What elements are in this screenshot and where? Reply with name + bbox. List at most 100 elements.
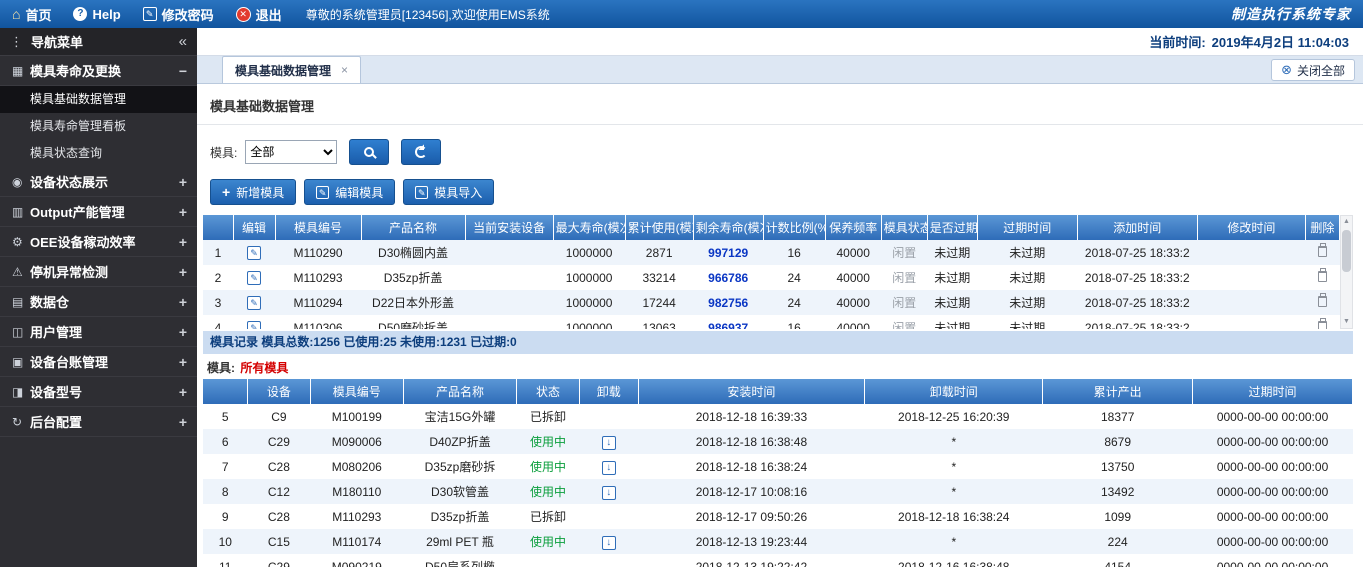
- unload-cell: ↓: [579, 504, 638, 529]
- help-menu-item[interactable]: ? Help: [73, 7, 120, 22]
- product-name: D50扁系列椭: [403, 554, 516, 567]
- device-id: C12: [248, 479, 311, 504]
- sidebar-subitem[interactable]: 模具状态查询: [0, 140, 197, 167]
- sidebar-collapse-icon[interactable]: «: [179, 33, 187, 50]
- sidebar-subitem[interactable]: 模具寿命管理看板: [0, 113, 197, 140]
- edit-cell: ✎: [233, 240, 275, 265]
- mold-table-row[interactable]: 3 ✎ M110294 D22日本外形盖 1000000 17244 98275…: [203, 290, 1340, 315]
- row-delete-icon[interactable]: [1318, 321, 1327, 330]
- row-delete-icon[interactable]: [1318, 271, 1327, 282]
- mold-table-header-row: 编辑模具编号产品名称当前安装设备最大寿命(模次)累计使用(模次)剩余寿命(模次)…: [203, 215, 1340, 240]
- column-header: [203, 215, 233, 240]
- column-header: 修改时间: [1197, 215, 1305, 240]
- install-table: 设备模具编号产品名称状态卸载安装时间卸载时间累计产出过期时间 5 C9 M100…: [203, 379, 1353, 567]
- install-table-row[interactable]: 10 C15 M110174 29ml PET 瓶 使用中 ↓ 2018-12-…: [203, 529, 1353, 554]
- maintain-freq: 40000: [825, 315, 881, 329]
- unload-icon[interactable]: ↓: [602, 536, 616, 550]
- sidebar-subitem[interactable]: 模具基础数据管理: [0, 86, 197, 113]
- sidebar-group[interactable]: ◨ 设备型号 +: [0, 377, 197, 407]
- sidebar-group[interactable]: ⚠ 停机异常检测 +: [0, 257, 197, 287]
- total-output: 224: [1043, 529, 1193, 554]
- time-label: 当前时间:: [1149, 32, 1205, 51]
- unload-cell: ↓: [579, 529, 638, 554]
- scroll-down-icon[interactable]: ▼: [1341, 316, 1352, 328]
- home-icon: ⌂: [12, 6, 20, 22]
- sidebar-group[interactable]: ◫ 用户管理 +: [0, 317, 197, 347]
- refresh-button[interactable]: [401, 139, 441, 165]
- unload-icon[interactable]: ↓: [602, 486, 616, 500]
- import-mold-button[interactable]: ✎ 模具导入: [403, 179, 494, 205]
- home-menu-item[interactable]: ⌂ 首页: [12, 5, 51, 24]
- column-header: 计数比例(%): [763, 215, 825, 240]
- group-label: 停机异常检测: [30, 262, 179, 281]
- install-table-row[interactable]: 8 C12 M180110 D30软管盖 使用中 ↓ 2018-12-17 10…: [203, 479, 1353, 504]
- expand-plus-icon[interactable]: +: [179, 264, 187, 280]
- sidebar-group[interactable]: ↻ 后台配置 +: [0, 407, 197, 437]
- edit-mold-button[interactable]: ✎ 编辑模具: [304, 179, 395, 205]
- unload-icon[interactable]: ↓: [602, 436, 616, 450]
- sidebar-group-mold-life[interactable]: ▦ 模具寿命及更换 −: [0, 56, 197, 86]
- install-table-body: 5 C9 M100199 宝洁15G外罐 已拆卸 ↓ 2018-12-18 16…: [203, 404, 1353, 567]
- column-header: 删除: [1305, 215, 1339, 240]
- tab-close-icon[interactable]: ×: [341, 63, 348, 77]
- mold-filter-select[interactable]: 全部: [245, 140, 337, 164]
- mold-table-row[interactable]: 2 ✎ M110293 D35zp折盖 1000000 33214 966786…: [203, 265, 1340, 290]
- row-delete-icon[interactable]: [1318, 296, 1327, 307]
- sidebar-group[interactable]: ▥ Output产能管理 +: [0, 197, 197, 227]
- add-mold-button[interactable]: + 新增模具: [210, 179, 296, 205]
- install-time: 2018-12-13 19:23:44: [638, 529, 865, 554]
- row-edit-icon[interactable]: ✎: [247, 246, 261, 260]
- logout-menu-item[interactable]: ✕ 退出: [236, 5, 282, 24]
- total-output: 4154: [1043, 554, 1193, 567]
- expand-plus-icon[interactable]: +: [179, 384, 187, 400]
- install-time: 2018-12-18 16:38:48: [638, 429, 865, 454]
- install-table-row[interactable]: 7 C28 M080206 D35zp磨砂拆 使用中 ↓ 2018-12-18 …: [203, 454, 1353, 479]
- mold-code: M080206: [310, 454, 403, 479]
- refresh-icon: [415, 146, 427, 158]
- expand-plus-icon[interactable]: +: [179, 234, 187, 250]
- expand-plus-icon[interactable]: +: [179, 204, 187, 220]
- search-button[interactable]: [349, 139, 389, 165]
- help-label: Help: [92, 7, 120, 22]
- collapse-minus-icon[interactable]: −: [179, 63, 187, 79]
- close-all-button[interactable]: ⊗ 关闭全部: [1271, 59, 1355, 81]
- sidebar-group[interactable]: ▤ 数据仓 +: [0, 287, 197, 317]
- product-name: D30软管盖: [403, 479, 516, 504]
- edit-cell: ✎: [233, 315, 275, 329]
- mold-table-scrollbar[interactable]: ▲ ▼: [1340, 215, 1353, 329]
- row-edit-icon[interactable]: ✎: [247, 321, 261, 329]
- mold-code: M110293: [275, 265, 361, 290]
- scroll-up-icon[interactable]: ▲: [1341, 216, 1352, 228]
- row-number: 4: [203, 315, 233, 329]
- row-number: 2: [203, 265, 233, 290]
- install-table-row[interactable]: 5 C9 M100199 宝洁15G外罐 已拆卸 ↓ 2018-12-18 16…: [203, 404, 1353, 429]
- sidebar-group[interactable]: ▣ 设备台账管理 +: [0, 347, 197, 377]
- expand-plus-icon[interactable]: +: [179, 174, 187, 190]
- change-password-menu-item[interactable]: ✎ 修改密码: [143, 5, 214, 24]
- unload-icon[interactable]: ↓: [602, 461, 616, 475]
- mold-table-row[interactable]: 1 ✎ M110290 D30椭圆内盖 1000000 2871 997129 …: [203, 240, 1340, 265]
- install-table-row[interactable]: 9 C28 M110293 D35zp折盖 已拆卸 ↓ 2018-12-17 0…: [203, 504, 1353, 529]
- expired-flag: 未过期: [927, 265, 977, 290]
- install-table-row[interactable]: 6 C29 M090006 D40ZP折盖 使用中 ↓ 2018-12-18 1…: [203, 429, 1353, 454]
- sidebar-group[interactable]: ⚙ OEE设备稼动效率 +: [0, 227, 197, 257]
- remaining-life: 966786: [693, 265, 763, 290]
- install-status: 使用中: [517, 529, 580, 554]
- row-edit-icon[interactable]: ✎: [247, 271, 261, 285]
- change-password-label: 修改密码: [162, 5, 214, 24]
- row-number: 8: [203, 479, 248, 504]
- expand-plus-icon[interactable]: +: [179, 414, 187, 430]
- tab-mold-data[interactable]: 模具基础数据管理 ×: [222, 56, 361, 83]
- install-table-container: 设备模具编号产品名称状态卸载安装时间卸载时间累计产出过期时间 5 C9 M100…: [203, 379, 1353, 567]
- row-edit-icon[interactable]: ✎: [247, 296, 261, 310]
- mold-table-row[interactable]: 4 ✎ M110306 D50磨砂拆盖 1000000 13063 986937…: [203, 315, 1340, 329]
- scrollbar-thumb[interactable]: [1342, 230, 1351, 272]
- expand-plus-icon[interactable]: +: [179, 354, 187, 370]
- row-delete-icon[interactable]: [1318, 246, 1327, 257]
- expand-plus-icon[interactable]: +: [179, 324, 187, 340]
- install-status: [517, 554, 580, 567]
- sidebar-group[interactable]: ◉ 设备状态展示 +: [0, 167, 197, 197]
- install-table-row[interactable]: 11 C29 M090219 D50扁系列椭 ↓ 2018-12-13 19:2…: [203, 554, 1353, 567]
- column-header: 累计使用(模次): [625, 215, 693, 240]
- expand-plus-icon[interactable]: +: [179, 294, 187, 310]
